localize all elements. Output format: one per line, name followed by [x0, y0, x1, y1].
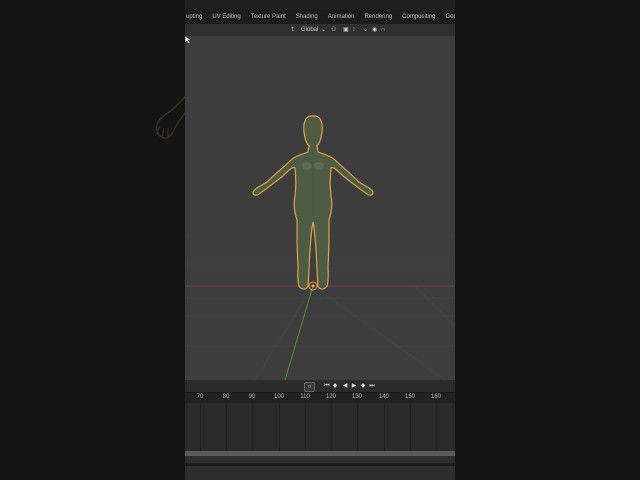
frame-label: 160 — [430, 394, 442, 400]
right-letterbox — [455, 0, 640, 480]
proportional-edit-icon[interactable]: ◉ — [372, 24, 377, 36]
jump-start-icon[interactable]: ⏮ — [323, 382, 331, 390]
workspace-tabs: upting UV Editing Texture Paint Shading … — [185, 10, 455, 24]
tab-animation[interactable]: Animation — [323, 10, 360, 24]
frame-label: 140 — [378, 394, 390, 400]
frame-gridline — [200, 403, 201, 451]
frame-gridline — [357, 403, 358, 451]
grid-line — [312, 285, 446, 380]
chest-left — [302, 162, 312, 170]
snap-options-icon[interactable]: ⁝ — [353, 24, 355, 36]
timeline-track-area[interactable] — [185, 403, 455, 451]
pivot-point-icon[interactable]: ⚇ — [331, 24, 336, 36]
3d-viewport[interactable] — [185, 36, 455, 380]
chest-right — [314, 162, 324, 170]
transform-orientation-icon[interactable]: ⮤ — [291, 24, 295, 36]
frame-gridline — [252, 403, 253, 451]
left-letterbox — [0, 0, 192, 480]
frame-gridline — [436, 403, 437, 451]
grid-line — [254, 285, 314, 380]
tab-shading[interactable]: Shading — [291, 10, 323, 24]
chevron-down-icon-2[interactable]: ⌄ — [363, 24, 368, 36]
status-separator — [185, 463, 455, 466]
female-mesh[interactable] — [252, 115, 374, 290]
frame-label: 100 — [273, 394, 285, 400]
frame-gridline — [305, 403, 306, 451]
tab-uv-editing[interactable]: UV Editing — [207, 10, 245, 24]
status-bar — [185, 456, 455, 480]
frame-label: 120 — [325, 394, 337, 400]
next-keyframe-icon[interactable]: ◆ — [359, 382, 367, 390]
frame-gridline — [410, 403, 411, 451]
frame-label: 150 — [404, 394, 416, 400]
y-axis-line — [284, 285, 314, 380]
transform-orientation-dropdown[interactable]: Global — [301, 24, 318, 36]
timeline-header: ○ ⏮ ◆ ◀ ▶ ◆ ⏭ — [185, 380, 455, 392]
tab-geometry-nodes[interactable]: Geometry Nodes — [441, 10, 455, 24]
viewport-scene — [185, 115, 455, 380]
origin-dot — [311, 284, 315, 288]
frame-label: 110 — [300, 394, 310, 400]
frame-label: 130 — [351, 394, 363, 400]
prev-keyframe-icon[interactable]: ◆ — [331, 382, 339, 390]
tab-rendering[interactable]: Rendering — [359, 10, 397, 24]
tab-compositing[interactable]: Compositing — [397, 10, 440, 24]
play-reverse-icon[interactable]: ◀ — [341, 382, 349, 390]
frame-label: 90 — [248, 394, 256, 400]
viewport-header: ⮤ Global ⌄ ⚇ ▣ ⁝ ⌄ ◉ ∩ — [185, 24, 455, 36]
proportional-falloff-icon[interactable]: ∩ — [381, 24, 385, 36]
record-icon[interactable]: ○ — [304, 382, 315, 392]
frame-label: 80 — [222, 394, 230, 400]
top-menu-strip — [185, 0, 455, 10]
snap-toggle-icon[interactable]: ▣ — [343, 24, 349, 36]
chevron-down-icon[interactable]: ⌄ — [321, 24, 326, 36]
frame-label: 70 — [196, 394, 204, 400]
mouse-cursor-icon — [185, 36, 191, 44]
tab-sculpting[interactable]: upting — [185, 10, 207, 24]
play-icon[interactable]: ▶ — [350, 382, 358, 390]
grid-line — [414, 285, 455, 327]
blender-window: upting UV Editing Texture Paint Shading … — [185, 0, 455, 480]
frame-gridline — [331, 403, 332, 451]
jump-end-icon[interactable]: ⏭ — [368, 382, 376, 390]
tab-texture-paint[interactable]: Texture Paint — [246, 10, 291, 24]
frame-gridline — [279, 403, 280, 451]
frame-gridline — [226, 403, 227, 451]
frame-gridline — [384, 403, 385, 451]
